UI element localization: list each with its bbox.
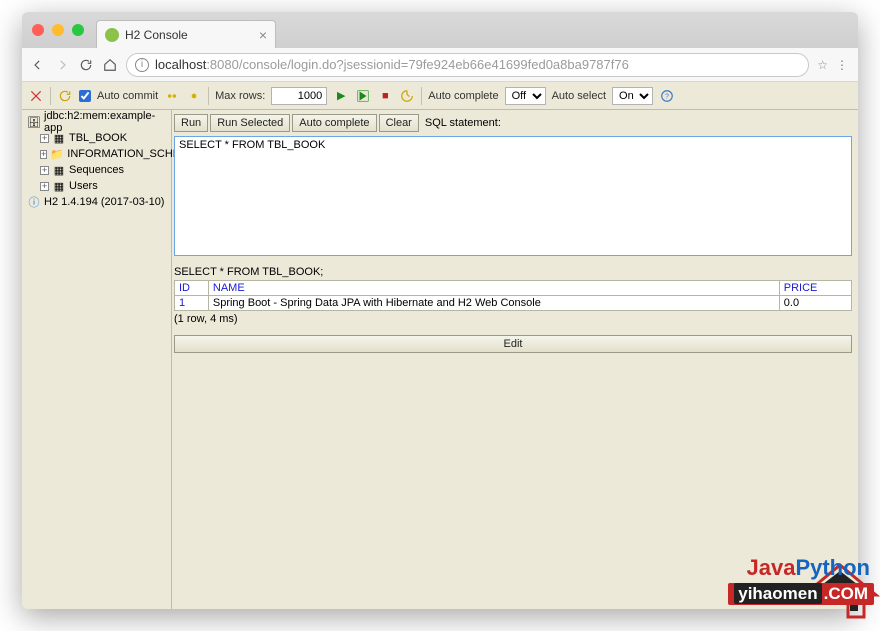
tree-item-sequences[interactable]: + ▦ Sequences <box>26 162 167 178</box>
jdbc-url-label: jdbc:h2:mem:example-app <box>44 110 167 134</box>
minimize-window-button[interactable] <box>52 24 64 36</box>
max-rows-input[interactable] <box>271 87 327 105</box>
tab-title: H2 Console <box>125 28 188 42</box>
sql-statement-label: SQL statement: <box>425 117 501 129</box>
stop-icon[interactable]: ■ <box>377 88 393 104</box>
cell-name: Spring Boot - Spring Data JPA with Hiber… <box>208 296 779 311</box>
home-button[interactable] <box>102 57 118 73</box>
commit-icon[interactable] <box>186 88 202 104</box>
max-rows-label: Max rows: <box>215 90 265 102</box>
address-bar[interactable]: i localhost:8080/console/login.do?jsessi… <box>126 53 809 77</box>
tree-label: Users <box>69 180 98 192</box>
site-info-icon[interactable]: i <box>135 58 149 72</box>
run-selected-icon[interactable] <box>355 88 371 104</box>
table-icon: ▦ <box>53 132 65 144</box>
browser-tab-strip: H2 Console × <box>22 12 858 48</box>
tree-label: TBL_BOOK <box>69 132 127 144</box>
info-icon: ⓘ <box>28 196 40 208</box>
watermark-line2: yihaomen.COM <box>728 583 874 605</box>
schema-tree: 🗄 jdbc:h2:mem:example-app + ▦ TBL_BOOK +… <box>22 110 172 609</box>
reload-button[interactable] <box>78 57 94 73</box>
bookmark-icon[interactable]: ☆ <box>817 58 828 72</box>
auto-complete-button[interactable]: Auto complete <box>292 114 376 132</box>
tree-label: Sequences <box>69 164 124 176</box>
url-host: localhost <box>155 57 206 72</box>
sql-button-row: Run Run Selected Auto complete Clear SQL… <box>174 112 852 136</box>
url-port: :8080 <box>206 57 239 72</box>
tree-item-users[interactable]: + ▦ Users <box>26 178 167 194</box>
history-icon[interactable] <box>399 88 415 104</box>
run-icon[interactable]: ▶ <box>333 88 349 104</box>
tree-item-schema[interactable]: + 📁 INFORMATION_SCHEMA <box>26 146 167 162</box>
browser-menu-icon[interactable]: ⋮ <box>836 58 850 72</box>
executed-sql-label: SELECT * FROM TBL_BOOK; <box>174 266 852 278</box>
back-button[interactable] <box>30 57 46 73</box>
close-tab-icon[interactable]: × <box>259 27 267 43</box>
grid-icon: ▦ <box>53 164 65 176</box>
expander-icon[interactable]: + <box>40 150 47 159</box>
browser-tab[interactable]: H2 Console × <box>96 20 276 48</box>
database-icon: 🗄 <box>28 116 40 128</box>
cell-id: 1 <box>175 296 209 311</box>
jdbc-url-row[interactable]: 🗄 jdbc:h2:mem:example-app <box>26 114 167 130</box>
result-stats: (1 row, 4 ms) <box>174 313 852 325</box>
refresh-icon[interactable] <box>57 88 73 104</box>
maximize-window-button[interactable] <box>72 24 84 36</box>
window-controls <box>32 24 84 36</box>
col-name[interactable]: NAME <box>208 281 779 296</box>
cell-price: 0.0 <box>779 296 851 311</box>
col-price[interactable]: PRICE <box>779 281 851 296</box>
rollback-icon[interactable] <box>164 88 180 104</box>
folder-icon: 📁 <box>51 148 63 160</box>
watermark: JavaPython yihaomen.COM <box>800 561 880 621</box>
separator <box>50 87 51 105</box>
expander-icon[interactable]: + <box>40 182 49 191</box>
edit-button[interactable]: Edit <box>174 335 852 353</box>
expander-icon[interactable]: + <box>40 166 49 175</box>
sql-panel: Run Run Selected Auto complete Clear SQL… <box>172 110 858 609</box>
auto-commit-label: Auto commit <box>97 90 158 102</box>
auto-commit-checkbox[interactable] <box>79 90 91 102</box>
table-row[interactable]: 1 Spring Boot - Spring Data JPA with Hib… <box>175 296 852 311</box>
h2-console-app: Auto commit Max rows: ▶ ■ Auto complete … <box>22 82 858 609</box>
help-icon[interactable]: ? <box>659 88 675 104</box>
h2-toolbar: Auto commit Max rows: ▶ ■ Auto complete … <box>22 82 858 110</box>
disconnect-icon[interactable] <box>28 88 44 104</box>
auto-complete-label: Auto complete <box>428 90 498 102</box>
version-label: H2 1.4.194 (2017-03-10) <box>44 196 164 208</box>
run-button[interactable]: Run <box>174 114 208 132</box>
browser-toolbar: i localhost:8080/console/login.do?jsessi… <box>22 48 858 82</box>
svg-text:?: ? <box>665 93 669 100</box>
watermark-line1: JavaPython <box>746 555 870 581</box>
run-selected-button[interactable]: Run Selected <box>210 114 290 132</box>
auto-select-label: Auto select <box>552 90 606 102</box>
version-row: ⓘ H2 1.4.194 (2017-03-10) <box>26 194 167 210</box>
forward-button[interactable] <box>54 57 70 73</box>
separator <box>421 87 422 105</box>
expander-icon[interactable]: + <box>40 134 49 143</box>
sql-textarea[interactable]: SELECT * FROM TBL_BOOK <box>174 136 852 256</box>
h2-favicon-icon <box>105 28 119 42</box>
table-header-row: ID NAME PRICE <box>175 281 852 296</box>
auto-complete-select[interactable]: Off <box>505 87 546 105</box>
grid-icon: ▦ <box>53 180 65 192</box>
result-table: ID NAME PRICE 1 Spring Boot - Spring Dat… <box>174 280 852 311</box>
separator <box>208 87 209 105</box>
auto-select-select[interactable]: On <box>612 87 653 105</box>
close-window-button[interactable] <box>32 24 44 36</box>
clear-button[interactable]: Clear <box>379 114 419 132</box>
url-path: /console/login.do?jsessionid=79fe924eb66… <box>239 57 629 72</box>
col-id[interactable]: ID <box>175 281 209 296</box>
